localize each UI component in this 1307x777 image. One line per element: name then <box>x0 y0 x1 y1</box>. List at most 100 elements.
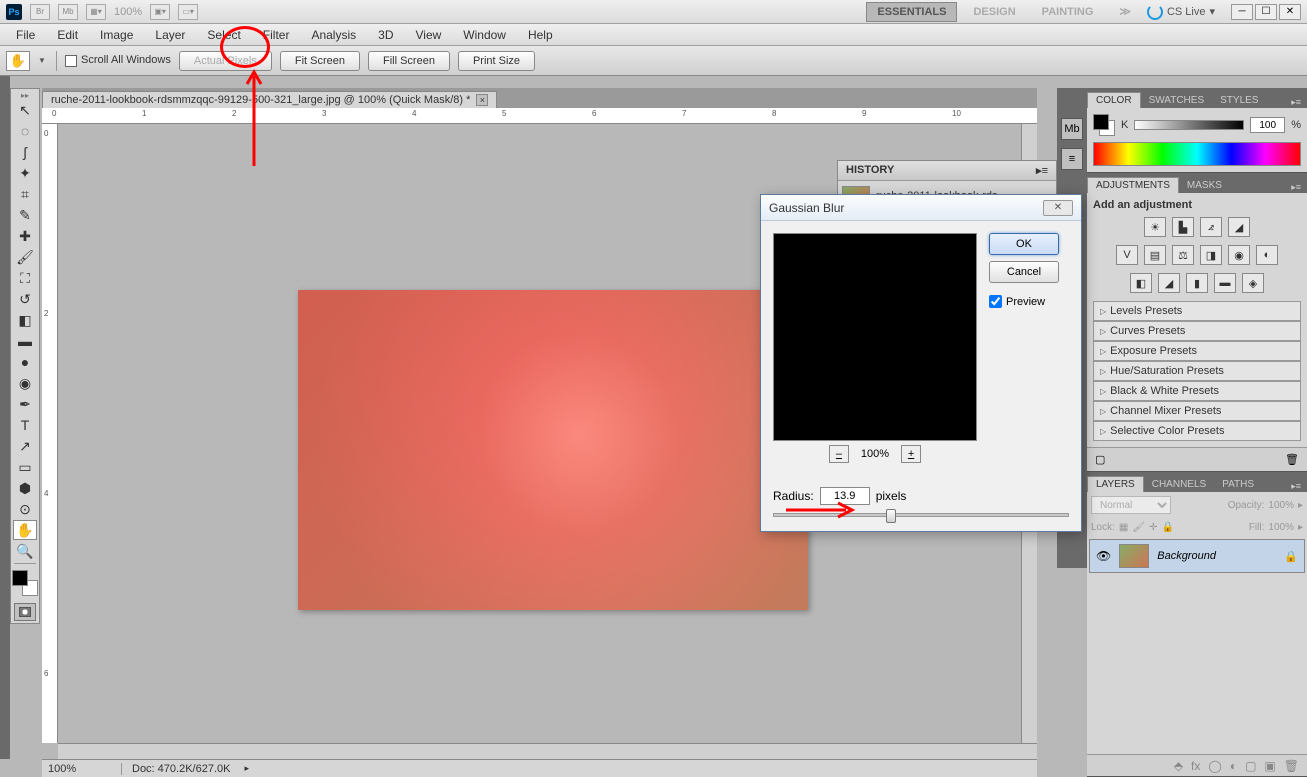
layer-thumbnail[interactable] <box>1119 544 1149 568</box>
gradient-tool[interactable]: ▬ <box>13 331 37 351</box>
menu-3d[interactable]: 3D <box>368 25 403 45</box>
curves-icon[interactable]: ⦨ <box>1200 217 1222 237</box>
dodge-tool[interactable]: ◉ <box>13 373 37 393</box>
posterize-icon[interactable]: ◢ <box>1158 273 1180 293</box>
shape-tool[interactable]: ▭ <box>13 457 37 477</box>
adj-footer-left-icon[interactable]: ▢ <box>1095 453 1105 466</box>
print-size-button[interactable]: Print Size <box>458 51 535 71</box>
preset-bw[interactable]: Black & White Presets <box>1093 381 1301 401</box>
marquee-tool[interactable]: ◌ <box>13 121 37 141</box>
panel-menu-icon[interactable]: ▸≡ <box>1285 481 1307 492</box>
preset-exposure[interactable]: Exposure Presets <box>1093 341 1301 361</box>
brightness-icon[interactable]: ☀ <box>1144 217 1166 237</box>
tab-styles[interactable]: STYLES <box>1212 93 1266 108</box>
fit-screen-button[interactable]: Fit Screen <box>280 51 360 71</box>
ruler-vertical[interactable]: 0246 <box>42 124 58 743</box>
menu-image[interactable]: Image <box>90 25 143 45</box>
extras-button[interactable]: ▭▾ <box>178 4 198 20</box>
tab-adjustments[interactable]: ADJUSTMENTS <box>1087 177 1179 193</box>
dialog-close-button[interactable]: ✕ <box>1043 200 1073 216</box>
preset-curves[interactable]: Curves Presets <box>1093 321 1301 341</box>
quick-select-tool[interactable]: ✦ <box>13 163 37 183</box>
visibility-icon[interactable]: 👁 <box>1096 549 1111 563</box>
radius-slider[interactable] <box>773 513 1069 517</box>
vibrance-icon[interactable]: V <box>1116 245 1138 265</box>
selective-color-icon[interactable]: ◈ <box>1242 273 1264 293</box>
arrange-button[interactable]: ▦▾ <box>86 4 106 20</box>
zoom-in-button[interactable]: + <box>901 445 921 463</box>
new-layer-icon[interactable]: ▣ <box>1264 759 1275 773</box>
photo-filter-icon[interactable]: ◉ <box>1228 245 1250 265</box>
workspace-design[interactable]: DESIGN <box>963 3 1025 21</box>
lock-transparent-icon[interactable]: ▦ <box>1119 522 1128 533</box>
mask-icon[interactable]: ◯ <box>1208 759 1221 773</box>
threshold-icon[interactable]: ▮ <box>1186 273 1208 293</box>
group-icon[interactable]: ▢ <box>1245 759 1256 773</box>
ok-button[interactable]: OK <box>989 233 1059 255</box>
document-tab[interactable]: ruche-2011-lookbook-rdsmmzqqc-99129-500-… <box>42 91 497 108</box>
minimize-button[interactable]: ─ <box>1231 4 1253 20</box>
zoom-out-button[interactable]: – <box>829 445 849 463</box>
cancel-button[interactable]: Cancel <box>989 261 1059 283</box>
zoom-tool[interactable]: 🔍 <box>13 541 37 561</box>
status-doc-info[interactable]: Doc: 470.2K/627.0K <box>122 763 240 775</box>
lock-position-icon[interactable]: ✛ <box>1149 522 1157 533</box>
document-close-icon[interactable]: × <box>476 94 488 106</box>
preset-channel[interactable]: Channel Mixer Presets <box>1093 401 1301 421</box>
lock-pixels-icon[interactable]: 🖌 <box>1132 522 1145 533</box>
scrollbar-horizontal[interactable] <box>58 743 1037 759</box>
menu-window[interactable]: Window <box>453 25 516 45</box>
lock-all-icon[interactable]: 🔒 <box>1161 522 1173 533</box>
minibridge-button[interactable]: Mb <box>58 4 78 20</box>
menu-file[interactable]: File <box>6 25 45 45</box>
bw-icon[interactable]: ◨ <box>1200 245 1222 265</box>
eyedropper-tool[interactable]: ✎ <box>13 205 37 225</box>
link-icon[interactable]: ⬘ <box>1174 759 1183 773</box>
preview-box[interactable] <box>773 233 977 441</box>
menu-filter[interactable]: Filter <box>253 25 300 45</box>
3d-camera-tool[interactable]: ⊙ <box>13 499 37 519</box>
tab-paths[interactable]: PATHS <box>1214 477 1262 492</box>
layer-name[interactable]: Background <box>1157 550 1276 562</box>
path-tool[interactable]: ↗ <box>13 436 37 456</box>
exposure-icon[interactable]: ◢ <box>1228 217 1250 237</box>
gradient-map-icon[interactable]: ▬ <box>1214 273 1236 293</box>
foreground-color-swatch[interactable] <box>12 570 28 586</box>
hand-tool[interactable]: ✋ <box>13 520 37 540</box>
levels-icon[interactable]: ▙ <box>1172 217 1194 237</box>
blur-tool[interactable]: ● <box>13 352 37 372</box>
history-brush-tool[interactable]: ↺ <box>13 289 37 309</box>
preset-levels[interactable]: Levels Presets <box>1093 301 1301 321</box>
tab-layers[interactable]: LAYERS <box>1087 476 1144 492</box>
zoom-display[interactable]: 100% <box>114 6 142 18</box>
healing-tool[interactable]: ✚ <box>13 226 37 246</box>
tool-preset-dropdown[interactable]: ▼ <box>38 56 48 65</box>
channel-mixer-icon[interactable]: ◐ <box>1256 245 1278 265</box>
move-tool[interactable]: ↖ <box>13 100 37 120</box>
fill-screen-button[interactable]: Fill Screen <box>368 51 450 71</box>
panel-menu-icon[interactable]: ▸≡ <box>1036 164 1048 177</box>
spectrum-ramp[interactable] <box>1093 142 1301 166</box>
close-button[interactable]: ✕ <box>1279 4 1301 20</box>
minibridge-panel-icon[interactable]: Mb <box>1061 118 1083 140</box>
adj-footer-trash-icon[interactable]: 🗑 <box>1285 453 1299 466</box>
status-zoom[interactable]: 100% <box>42 763 122 775</box>
maximize-button[interactable]: ☐ <box>1255 4 1277 20</box>
panel-menu-icon[interactable]: ▸≡ <box>1285 97 1307 108</box>
brush-tool[interactable]: 🖌 <box>13 247 37 267</box>
fx-icon[interactable]: fx <box>1191 759 1200 773</box>
invert-icon[interactable]: ◧ <box>1130 273 1152 293</box>
3d-tool[interactable]: ⬢ <box>13 478 37 498</box>
tab-swatches[interactable]: SWATCHES <box>1141 93 1213 108</box>
pen-tool[interactable]: ✒ <box>13 394 37 414</box>
tab-channels[interactable]: CHANNELS <box>1144 477 1214 492</box>
preview-checkbox[interactable]: Preview <box>989 295 1059 308</box>
hand-tool-icon[interactable]: ✋ <box>6 51 30 71</box>
type-tool[interactable]: T <box>13 415 37 435</box>
balance-icon[interactable]: ⚖ <box>1172 245 1194 265</box>
radius-input[interactable] <box>820 487 870 505</box>
tab-masks[interactable]: MASKS <box>1179 178 1230 193</box>
menu-view[interactable]: View <box>405 25 451 45</box>
menu-help[interactable]: Help <box>518 25 563 45</box>
panel-menu-icon[interactable]: ▸≡ <box>1285 182 1307 193</box>
